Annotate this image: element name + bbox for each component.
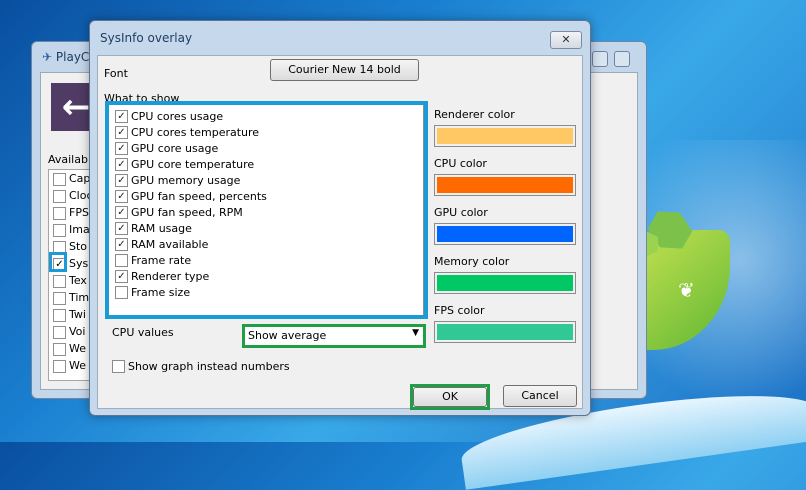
dialog-title: SysInfo overlay	[100, 31, 193, 45]
checkbox[interactable]	[53, 223, 66, 237]
color-swatch-fill	[437, 324, 573, 340]
cancel-button[interactable]: Cancel	[503, 385, 577, 407]
ok-button[interactable]: OK	[413, 387, 487, 407]
available-list-item-label: Tex	[69, 274, 87, 287]
show-graph-checkbox[interactable]: Show graph instead numbers	[112, 359, 290, 374]
available-list-item-label: Cap	[69, 172, 91, 185]
color-swatch-fill	[437, 128, 573, 144]
app-logo-icon: ✈	[42, 50, 53, 64]
checkbox[interactable]	[53, 274, 66, 288]
butterfly-icon: ❦	[678, 278, 695, 302]
checkbox[interactable]	[53, 189, 66, 203]
color-swatch-button[interactable]	[434, 125, 576, 147]
color-label: Renderer color	[434, 108, 515, 121]
available-list-item-label: Twi	[69, 308, 86, 321]
back-window-maximize-button[interactable]	[592, 51, 608, 67]
sysinfo-dialog: SysInfo overlay ✕ Font Courier New 14 bo…	[89, 20, 591, 416]
checkbox[interactable]	[53, 342, 66, 356]
back-window-title-text: PlayC	[55, 50, 90, 64]
font-button[interactable]: Courier New 14 bold	[270, 59, 419, 81]
color-label: GPU color	[434, 206, 488, 219]
available-list-item-label: We	[69, 359, 86, 372]
checkbox[interactable]	[53, 325, 66, 339]
show-graph-label: Show graph instead numbers	[128, 360, 290, 373]
color-label: Memory color	[434, 255, 510, 268]
cpu-values-label: CPU values	[112, 326, 174, 339]
color-swatch-fill	[437, 177, 573, 193]
close-button[interactable]: ✕	[550, 31, 582, 49]
checkbox[interactable]	[53, 206, 66, 220]
checkbox[interactable]	[53, 308, 66, 322]
cpu-values-select[interactable]: Show average ▼	[242, 324, 426, 348]
show-graph-checkbox-box[interactable]	[112, 359, 125, 373]
color-swatch-button[interactable]	[434, 321, 576, 343]
checkbox[interactable]	[53, 359, 66, 373]
color-swatch-button[interactable]	[434, 223, 576, 245]
color-swatch-fill	[437, 226, 573, 242]
dialog-client: Font Courier New 14 bold What to show ✓ C…	[97, 55, 583, 410]
available-list-item-label: Voi	[69, 325, 86, 338]
available-list-item-label: Sys	[69, 257, 89, 270]
available-list-item-label: We	[69, 342, 86, 355]
cpu-values-selected: Show average	[248, 329, 327, 342]
color-label: FPS color	[434, 304, 485, 317]
highlight-what-to-show	[105, 101, 428, 319]
available-list-item-label: Ima	[69, 223, 90, 236]
back-window-close-button[interactable]	[614, 51, 630, 67]
color-label: CPU color	[434, 157, 487, 170]
dropdown-arrow-icon[interactable]: ▼	[412, 328, 419, 338]
available-list-item-label: FPS	[69, 206, 89, 219]
font-label: Font	[104, 67, 128, 80]
checkbox[interactable]	[53, 291, 66, 305]
available-list-item-label: Tim	[69, 291, 90, 304]
available-list-item-label: Sto	[69, 240, 88, 253]
back-window-title: ✈ PlayC	[42, 50, 89, 64]
checkbox[interactable]	[53, 172, 66, 186]
color-swatch-button[interactable]	[434, 272, 576, 294]
highlight-sysinfo-checkbox	[49, 252, 67, 272]
color-swatch-button[interactable]	[434, 174, 576, 196]
color-swatch-fill	[437, 275, 573, 291]
